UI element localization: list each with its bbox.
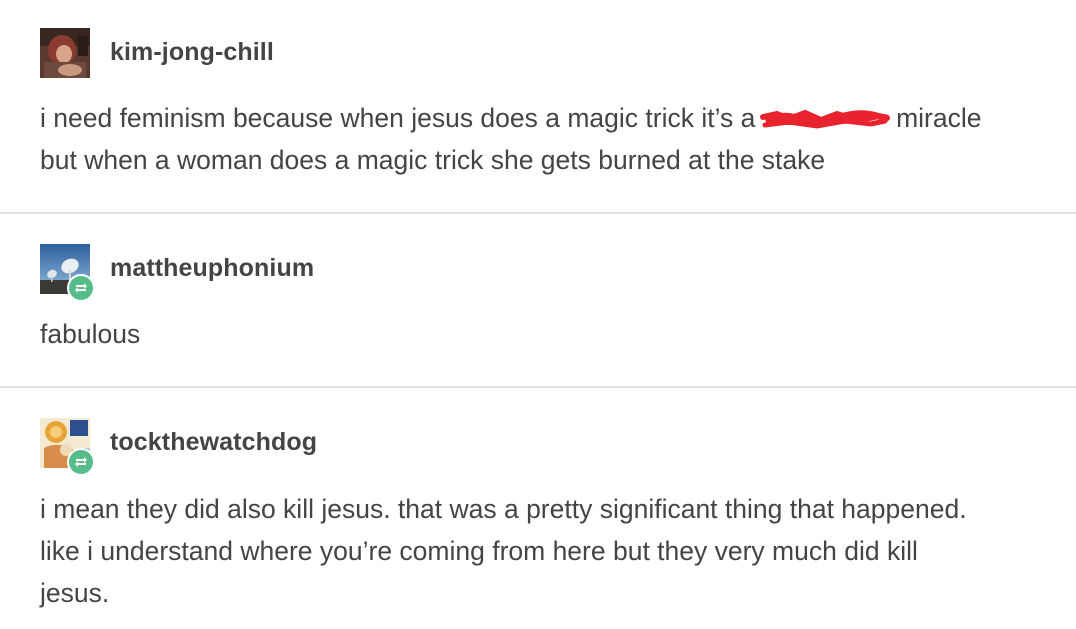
post-body-line: but when a woman does a magic trick she … — [40, 145, 826, 175]
post-body-line: jesus. — [40, 578, 110, 608]
avatar[interactable] — [40, 244, 95, 302]
reblog-icon — [75, 457, 87, 467]
post-body: i mean they did also kill jesus. that wa… — [40, 488, 1040, 614]
post-text-segment: i need feminism because when jesus does … — [40, 103, 763, 133]
redaction-scribble — [759, 109, 890, 129]
username[interactable]: mattheuphonium — [110, 254, 314, 283]
post-body: fabulous — [40, 313, 1040, 355]
post-mattheuphonium: mattheuphonium fabulous — [0, 214, 1076, 386]
avatar[interactable] — [40, 28, 90, 78]
username[interactable]: tockthewatchdog — [110, 428, 317, 457]
post-kim-jong-chill: kim-jong-chill i need feminism because w… — [0, 0, 1076, 212]
post-body-line: like i understand where you’re coming fr… — [40, 536, 918, 566]
post-body-line: i need feminism because when jesus does … — [40, 97, 1040, 139]
reblog-badge — [67, 448, 95, 476]
username[interactable]: kim-jong-chill — [110, 38, 274, 67]
reblog-badge — [67, 274, 95, 302]
post-body: i need feminism because when jesus does … — [40, 97, 1040, 181]
avatar[interactable] — [40, 418, 95, 476]
reblog-icon — [75, 283, 87, 293]
post-text-segment: miracle — [888, 103, 982, 133]
post-body-line: i mean they did also kill jesus. that wa… — [40, 494, 967, 524]
post-tockthewatchdog: tockthewatchdog i mean they did also kil… — [0, 388, 1076, 629]
post-body-line: fabulous — [40, 319, 141, 349]
avatar-image — [40, 28, 90, 78]
